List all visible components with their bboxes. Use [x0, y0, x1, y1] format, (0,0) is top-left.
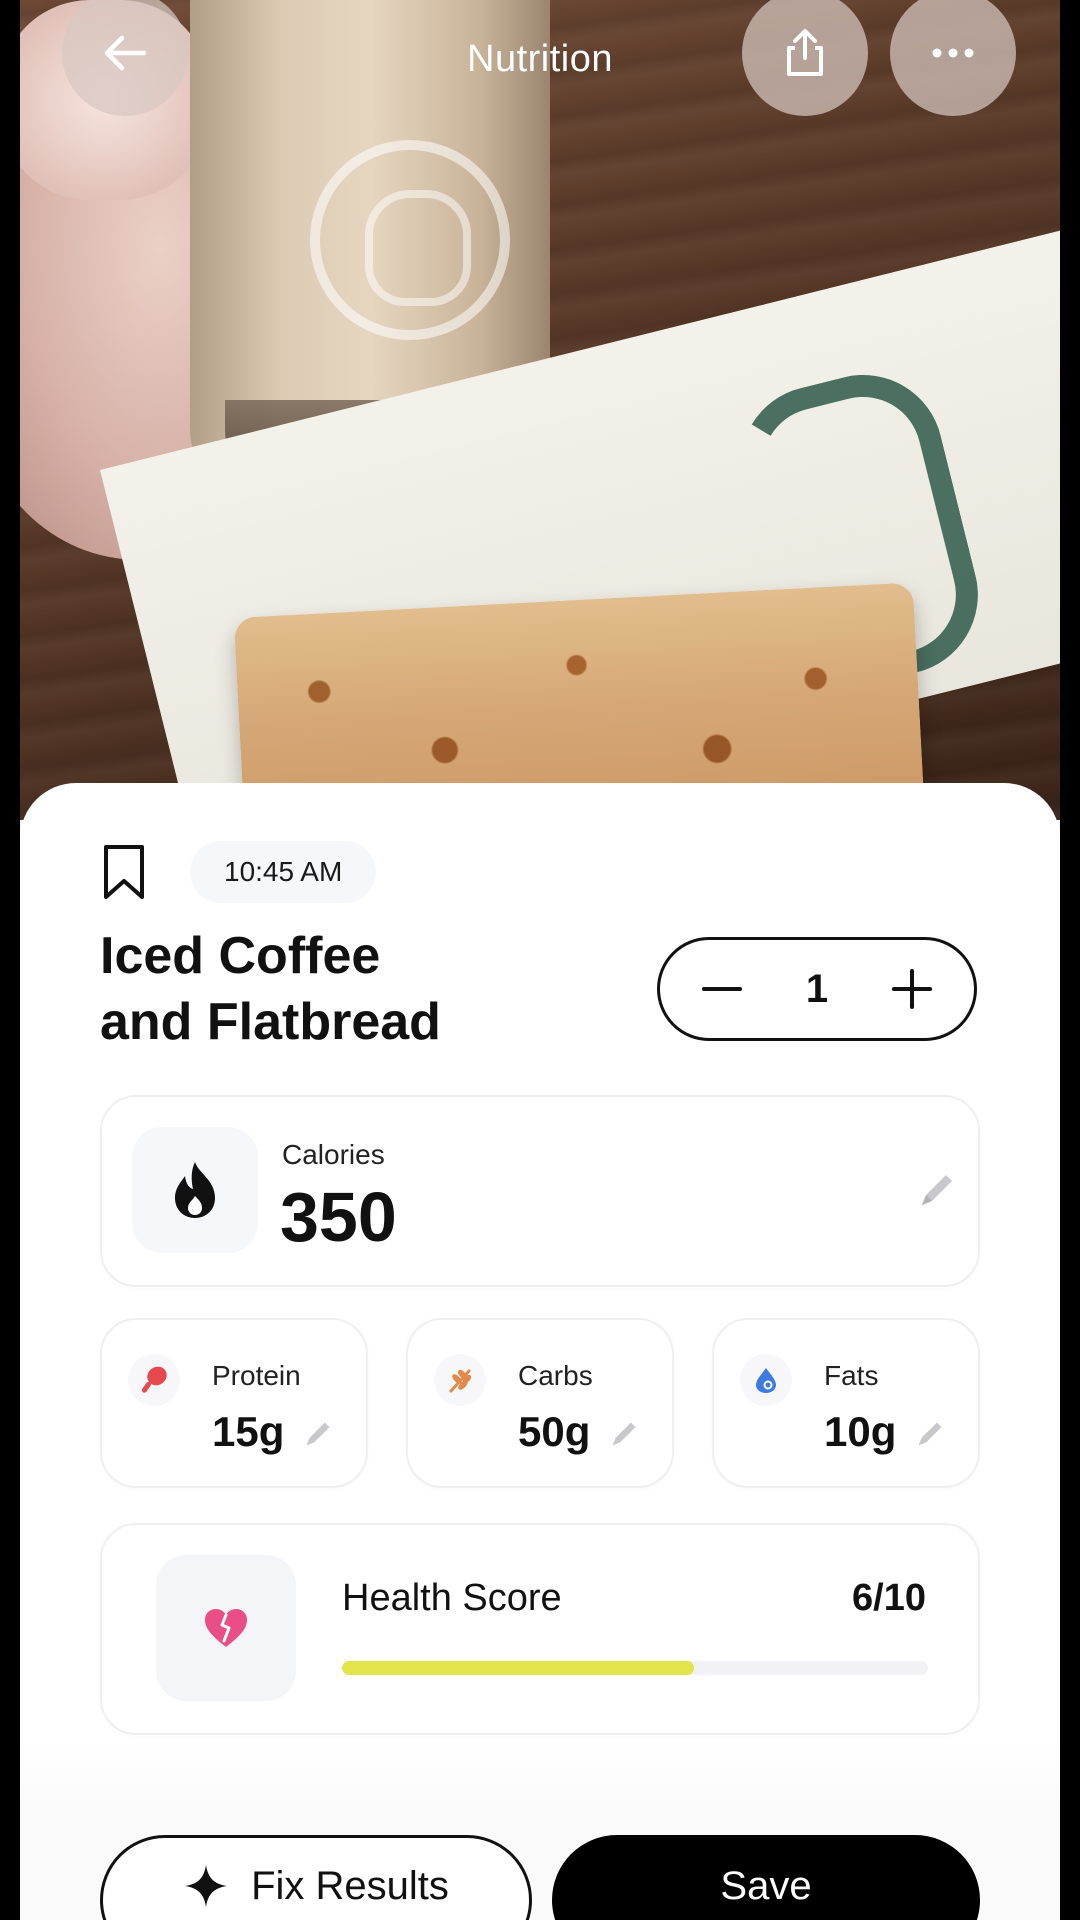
health-icon-box — [156, 1555, 296, 1701]
save-label: Save — [720, 1863, 812, 1908]
fats-label: Fats — [824, 1360, 879, 1391]
carbs-value: 50g — [518, 1408, 591, 1455]
share-icon — [783, 28, 827, 78]
bookmark-button[interactable] — [100, 843, 148, 903]
quantity-stepper: 1 — [657, 937, 977, 1041]
top-bar: Nutrition — [20, 0, 1060, 130]
fix-results-label: Fix Results — [251, 1863, 449, 1908]
edit-fats-icon[interactable] — [914, 1418, 946, 1455]
carbs-icon-box — [434, 1354, 486, 1406]
fats-value: 10g — [824, 1408, 897, 1455]
health-score-bar-fill — [342, 1661, 694, 1675]
calories-value: 350 — [280, 1178, 397, 1256]
wheat-icon — [449, 1369, 472, 1393]
meal-time: 10:45 AM — [190, 841, 377, 903]
save-button[interactable]: Save — [552, 1835, 980, 1920]
photo-cup-logo — [310, 140, 510, 340]
edit-calories-icon[interactable] — [916, 1169, 958, 1216]
carbs-card[interactable]: Carbs 50g — [406, 1318, 674, 1488]
ellipsis-icon — [931, 47, 975, 59]
fix-results-button[interactable]: Fix Results — [100, 1835, 532, 1920]
fats-card[interactable]: Fats 10g — [712, 1318, 980, 1488]
edit-protein-icon[interactable] — [302, 1418, 334, 1455]
protein-label: Protein — [212, 1360, 301, 1391]
protein-value: 15g — [212, 1408, 285, 1455]
edit-carbs-icon[interactable] — [608, 1418, 640, 1455]
meal-title-line2: and Flatbread — [100, 993, 441, 1051]
page-title: Nutrition — [467, 38, 613, 80]
fats-icon-box — [740, 1354, 792, 1406]
drop-icon — [756, 1368, 776, 1393]
increase-quantity-button[interactable] — [890, 967, 934, 1011]
drumstick-icon — [141, 1366, 167, 1393]
quantity-value: 1 — [805, 966, 829, 1011]
nutrition-sheet: 10:45 AM Iced Coffee and Flatbread 1 Cal… — [20, 783, 1060, 1920]
flame-icon — [175, 1162, 215, 1218]
calories-icon-box — [132, 1127, 258, 1253]
more-button[interactable] — [890, 0, 1016, 116]
broken-heart-icon — [205, 1609, 247, 1647]
calories-card[interactable]: Calories 350 — [100, 1095, 980, 1287]
health-score-card: Health Score 6/10 — [100, 1523, 980, 1735]
calories-label: Calories — [282, 1139, 385, 1170]
carbs-label: Carbs — [518, 1360, 593, 1391]
meal-title-line1: Iced Coffee — [100, 927, 381, 985]
back-button[interactable] — [62, 0, 188, 116]
health-score-label: Health Score — [342, 1577, 562, 1619]
app-screen: Nutrition 10:45 AM Iced Coffee and Flatb… — [20, 0, 1060, 1920]
meal-title: Iced Coffee and Flatbread — [100, 923, 580, 1055]
decrease-quantity-button[interactable] — [700, 967, 744, 1011]
protein-icon-box — [128, 1354, 180, 1406]
protein-card[interactable]: Protein 15g — [100, 1318, 368, 1488]
health-score-bar — [342, 1661, 928, 1675]
health-score-value: 6/10 — [852, 1577, 926, 1619]
share-button[interactable] — [742, 0, 868, 116]
sparkle-icon — [185, 1865, 228, 1907]
arrow-left-icon — [102, 33, 148, 73]
bookmark-icon — [104, 845, 144, 899]
